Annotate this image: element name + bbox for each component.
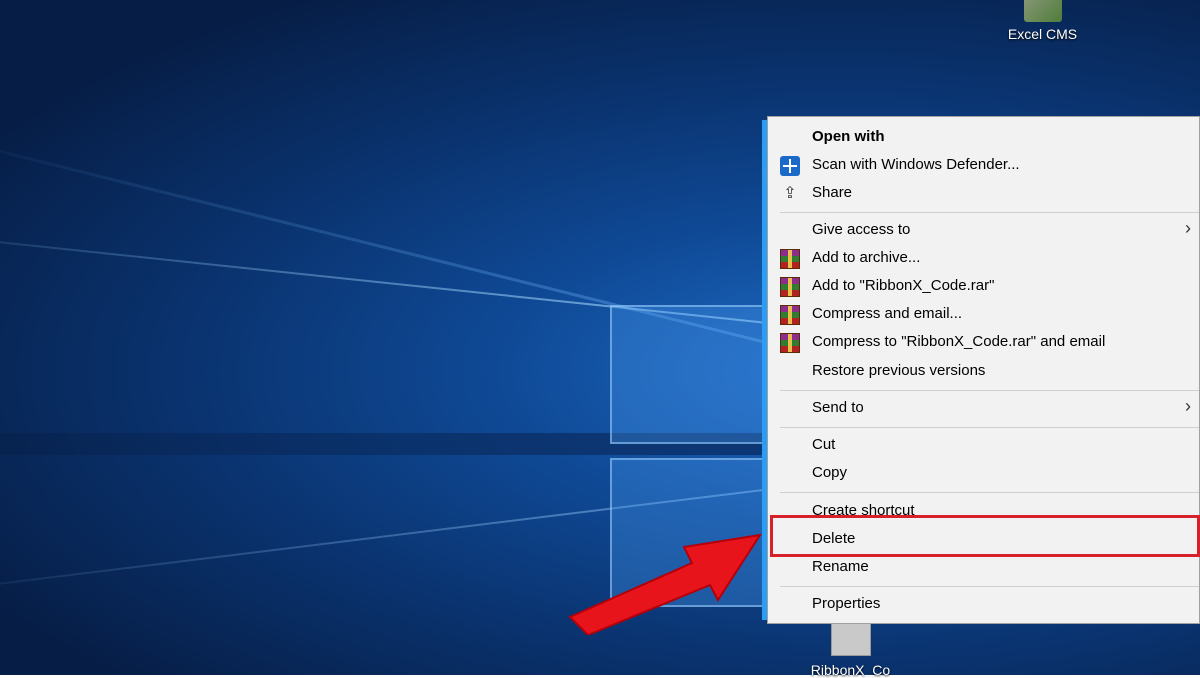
- menu-item-share[interactable]: ⇪ Share: [768, 179, 1199, 207]
- menu-item-cut[interactable]: Cut: [768, 431, 1199, 459]
- menu-item-scan-defender[interactable]: Scan with Windows Defender...: [768, 151, 1199, 179]
- desktop-icon-ribbonx-code[interactable]: RibbonX_Co: [803, 620, 898, 678]
- menu-item-add-to-rar[interactable]: Add to "RibbonX_Code.rar": [768, 272, 1199, 300]
- menu-item-open-with[interactable]: Open with: [768, 123, 1199, 151]
- delete-highlight-box: [770, 515, 1200, 557]
- menu-item-send-to[interactable]: Send to ›: [768, 394, 1199, 422]
- menu-item-label: Give access to: [812, 221, 911, 238]
- menu-item-label: Send to: [812, 399, 864, 416]
- menu-item-compress-and-email[interactable]: Compress and email...: [768, 300, 1199, 328]
- excel-file-icon: [1023, 0, 1062, 22]
- menu-item-label: Add to "RibbonX_Code.rar": [812, 277, 995, 294]
- menu-item-label: Rename: [812, 558, 869, 575]
- menu-item-label: Cut: [812, 436, 836, 453]
- menu-item-label: Share: [812, 184, 853, 201]
- chevron-right-icon: ›: [1185, 396, 1191, 416]
- menu-item-add-to-archive[interactable]: Add to archive...: [768, 244, 1199, 272]
- desktop-icon-excel-cms[interactable]: Excel CMS: [995, 0, 1090, 42]
- desktop-icon-label: Excel CMS: [1007, 26, 1078, 42]
- winrar-icon: [780, 277, 800, 297]
- menu-item-label: Copy: [812, 464, 848, 481]
- menu-item-compress-to-rar-and-email[interactable]: Compress to "RibbonX_Code.rar" and email: [768, 328, 1199, 356]
- menu-item-label: Properties: [812, 595, 881, 612]
- winrar-icon: [780, 305, 800, 325]
- menu-item-label: Compress and email...: [812, 305, 963, 322]
- menu-item-label: Add to archive...: [812, 249, 921, 266]
- menu-item-rename[interactable]: Rename: [768, 553, 1199, 581]
- file-icon: [830, 620, 871, 656]
- windows-defender-icon: [780, 156, 800, 176]
- red-pointer-arrow-icon: [568, 533, 763, 635]
- windows-logo-pane: [610, 305, 784, 444]
- share-icon: ⇪: [783, 185, 797, 202]
- menu-item-label: Restore previous versions: [812, 362, 986, 379]
- chevron-right-icon: ›: [1185, 218, 1191, 238]
- menu-separator: [780, 212, 1199, 213]
- menu-item-properties[interactable]: Properties: [768, 590, 1199, 618]
- menu-item-give-access-to[interactable]: Give access to ›: [768, 216, 1199, 244]
- menu-separator: [780, 427, 1199, 428]
- menu-item-restore-previous-versions[interactable]: Restore previous versions: [768, 357, 1199, 385]
- winrar-icon: [780, 249, 800, 269]
- desktop-icon-label: RibbonX_Co: [810, 662, 891, 678]
- menu-item-label: Compress to "RibbonX_Code.rar" and email: [812, 333, 1106, 350]
- menu-separator: [780, 492, 1199, 493]
- menu-item-label: Open with: [812, 128, 885, 145]
- menu-item-label: Scan with Windows Defender...: [812, 156, 1020, 173]
- menu-separator: [780, 586, 1199, 587]
- menu-separator: [780, 390, 1199, 391]
- menu-item-copy[interactable]: Copy: [768, 459, 1199, 487]
- winrar-icon: [780, 333, 800, 353]
